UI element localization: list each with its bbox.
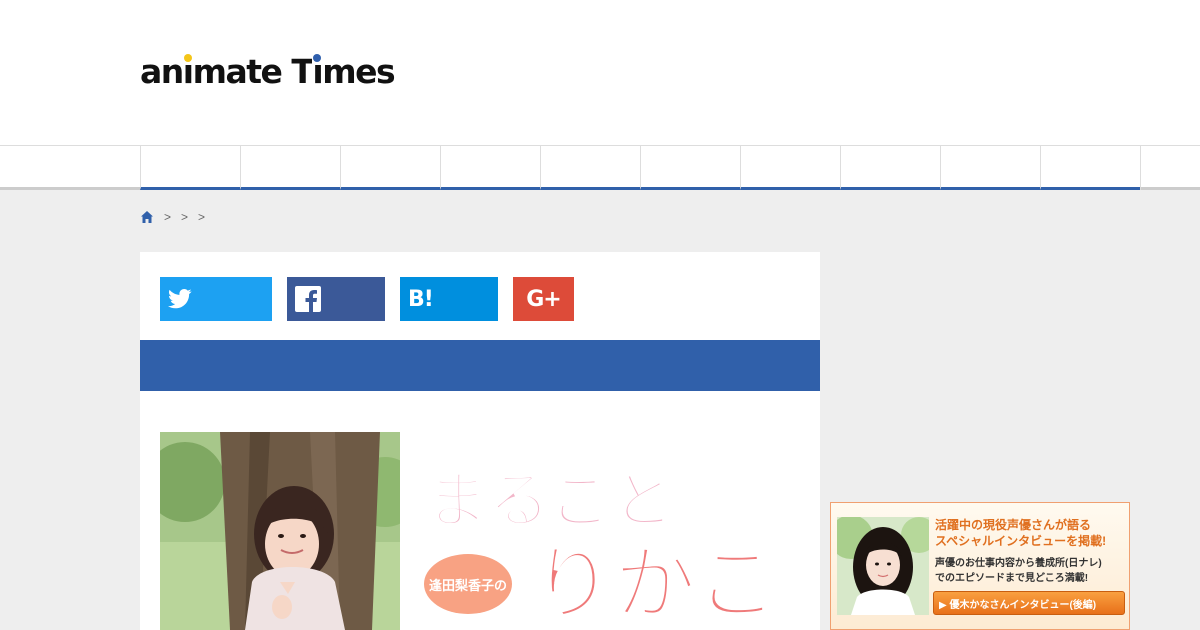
logo-i-yellow: i: [182, 52, 194, 91]
breadcrumb: > > >: [140, 208, 205, 226]
nav-item[interactable]: [240, 146, 340, 190]
home-icon[interactable]: [140, 210, 154, 224]
nav-item[interactable]: [640, 146, 740, 190]
logo-dot-yellow: [183, 54, 192, 62]
nav-item[interactable]: [340, 146, 440, 190]
facebook-icon: [295, 286, 321, 312]
breadcrumb-separator: >: [181, 210, 189, 224]
twitter-share-button[interactable]: [160, 277, 272, 321]
logo-i-blue: i: [312, 52, 324, 91]
nav-item[interactable]: [840, 146, 940, 190]
google-plus-share-button[interactable]: G+: [513, 277, 574, 321]
banner-headline: 活躍中の現役声優さんが語る スペシャルインタビューを掲載!: [935, 518, 1107, 548]
logo-text-mate: mate: [192, 52, 292, 91]
title-art-sub: りかこ: [532, 537, 778, 630]
banner-subtext: 声優のお仕事内容から養成所(日ナレ) でのエピソードまで見どころ満載!: [935, 558, 1102, 584]
title-art-main: まるごと: [426, 464, 674, 537]
nav-item[interactable]: [940, 146, 1040, 190]
title-art-badge: 逢田梨香子の: [429, 578, 507, 594]
banner-cta-button[interactable]: ▶ 優木かなさんインタビュー(後編): [933, 591, 1125, 615]
logo-text-an: an: [140, 52, 184, 91]
logo-text-t: T: [291, 52, 314, 91]
nav-item[interactable]: [440, 146, 540, 190]
logo-text-mes: mes: [322, 52, 395, 91]
google-plus-icon: G+: [526, 286, 561, 312]
sidebar-ad-banner[interactable]: 活躍中の現役声優さんが語る スペシャルインタビューを掲載! 声優のお仕事内容から…: [830, 502, 1130, 630]
article-photo: [160, 432, 400, 630]
site-header: ani mate Ti mes: [0, 0, 1200, 145]
nav-item[interactable]: [540, 146, 640, 190]
nav-item[interactable]: [740, 146, 840, 190]
logo-dot-blue: [313, 54, 322, 62]
global-nav: [0, 145, 1200, 190]
breadcrumb-separator: >: [164, 210, 172, 224]
nav-item-edge: [1140, 146, 1200, 190]
article-title-bar: [140, 340, 820, 391]
facebook-share-button[interactable]: [287, 277, 385, 321]
site-logo[interactable]: ani mate Ti mes: [140, 52, 396, 92]
banner-photo: [837, 517, 929, 615]
breadcrumb-separator: >: [198, 210, 206, 224]
nav-item[interactable]: [1040, 146, 1140, 190]
hatena-bookmark-icon: B!: [408, 286, 434, 312]
twitter-icon: [168, 289, 192, 309]
hatena-bookmark-share-button[interactable]: B!: [400, 277, 498, 321]
article-title-art: まるごと 逢田梨香子の りかこ: [420, 442, 780, 630]
article-card: B! G+ まるごと 逢田梨香子の りかこ: [140, 252, 820, 630]
nav-item[interactable]: [140, 146, 240, 190]
